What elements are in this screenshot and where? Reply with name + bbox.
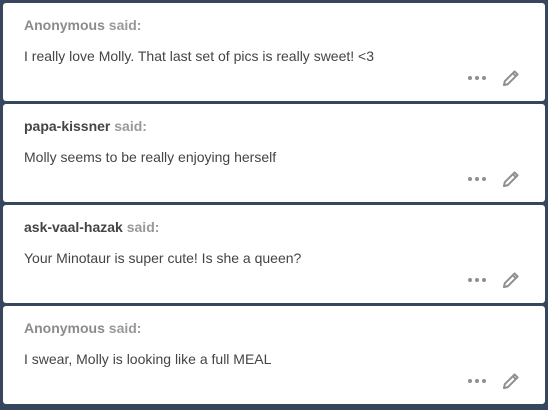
ask-message: I really love Molly. That last set of pi… — [24, 48, 375, 64]
ask-card: Anonymous said: I swear, Molly is lookin… — [3, 306, 545, 404]
ask-header: Anonymous said: — [24, 17, 141, 34]
ask-message: Molly seems to be really enjoying hersel… — [24, 149, 277, 165]
said-label: said: — [114, 118, 147, 134]
pencil-icon — [503, 70, 519, 86]
said-label: said: — [126, 219, 160, 235]
asker-link[interactable]: ask-vaal-hazak — [24, 219, 123, 235]
ask-actions — [466, 370, 522, 392]
pencil-icon — [503, 272, 519, 288]
edit-button[interactable] — [500, 269, 522, 291]
more-options-button[interactable] — [466, 168, 488, 190]
ask-actions — [466, 269, 522, 291]
said-label: said: — [108, 17, 142, 33]
asker-name: Anonymous — [24, 320, 105, 336]
pencil-icon — [503, 171, 519, 187]
ask-actions — [466, 168, 522, 190]
ask-header: papa-kissner said: — [24, 118, 147, 135]
ask-header: ask-vaal-hazak said: — [24, 219, 159, 236]
ellipsis-icon — [468, 278, 486, 282]
pencil-icon — [503, 373, 519, 389]
ask-list: Anonymous said: I really love Molly. Tha… — [3, 3, 545, 407]
ellipsis-icon — [468, 177, 486, 181]
asker-link[interactable]: papa-kissner — [24, 118, 110, 134]
said-label: said: — [108, 320, 142, 336]
edit-button[interactable] — [500, 168, 522, 190]
ask-message: Your Minotaur is super cute! Is she a qu… — [24, 250, 302, 266]
ask-message: I swear, Molly is looking like a full ME… — [24, 351, 272, 367]
ask-card: ask-vaal-hazak said: Your Minotaur is su… — [3, 205, 545, 303]
ask-card: Anonymous said: I really love Molly. Tha… — [3, 3, 545, 101]
ask-header: Anonymous said: — [24, 320, 141, 337]
asker-name: Anonymous — [24, 17, 105, 33]
more-options-button[interactable] — [466, 370, 488, 392]
more-options-button[interactable] — [466, 269, 488, 291]
edit-button[interactable] — [500, 67, 522, 89]
ellipsis-icon — [468, 76, 486, 80]
ellipsis-icon — [468, 379, 486, 383]
ask-card: papa-kissner said: Molly seems to be rea… — [3, 104, 545, 202]
ask-actions — [466, 67, 522, 89]
edit-button[interactable] — [500, 370, 522, 392]
more-options-button[interactable] — [466, 67, 488, 89]
